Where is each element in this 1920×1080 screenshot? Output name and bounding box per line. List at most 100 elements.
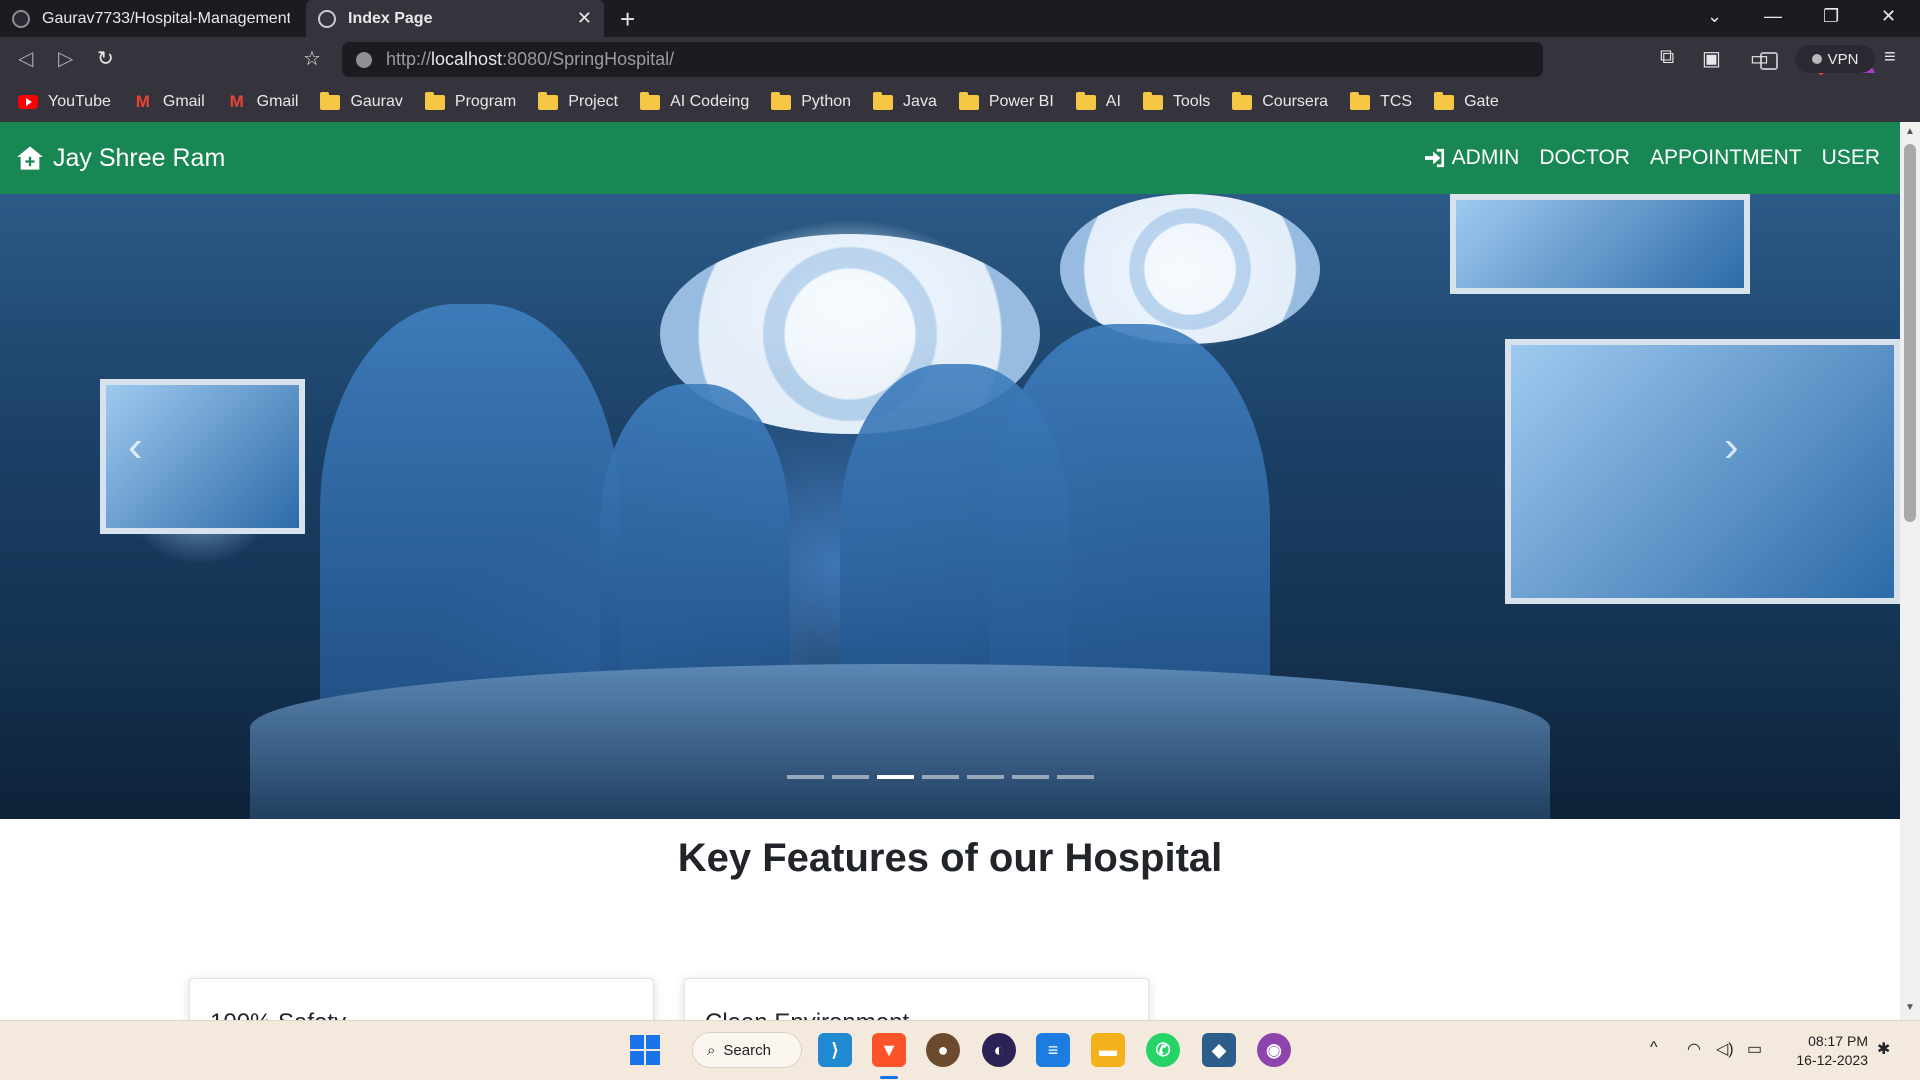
bookmark-youtube[interactable]: YouTube — [18, 93, 111, 111]
tab-github[interactable]: Gaurav7733/Hospital-Management-Sy — [0, 0, 302, 37]
bookmark-folder-gate[interactable]: Gate — [1434, 91, 1499, 111]
bookmark-label: Gmail — [256, 93, 299, 110]
reload-button[interactable]: ↻ — [97, 46, 114, 71]
show-hidden-icons-chevron[interactable]: ^ — [1650, 1039, 1658, 1057]
bookmark-folder-project[interactable]: Project — [538, 91, 618, 111]
tab-title: Index Page — [348, 9, 433, 27]
brand-link[interactable]: Jay Shree Ram — [16, 144, 225, 173]
browser-tab-bar: Gaurav7733/Hospital-Management-Sy Index … — [0, 0, 1920, 37]
tab-index-page[interactable]: Index Page ✕ — [306, 0, 604, 37]
browser-toolbar: ◁ ▷ ↻ ☆ http://localhost:8080/SpringHosp… — [0, 37, 1920, 82]
carousel-next-button[interactable]: › — [1724, 422, 1739, 472]
notepad-icon[interactable]: ≡ — [1036, 1033, 1070, 1067]
url-text: http://localhost:8080/SpringHospital/ — [386, 49, 675, 69]
folder-icon — [1075, 91, 1096, 110]
carousel-indicator[interactable] — [1057, 775, 1094, 779]
bookmark-folder-tools[interactable]: Tools — [1142, 91, 1210, 111]
whatsapp-icon[interactable]: ✆ — [1146, 1033, 1180, 1067]
taskbar-search[interactable]: ⌕ Search — [692, 1032, 802, 1068]
carousel-indicator[interactable] — [787, 775, 824, 779]
folder-icon — [640, 91, 661, 110]
notifications-icon[interactable]: ✱ — [1877, 1039, 1890, 1059]
bookmark-folder-tcs[interactable]: TCS — [1350, 91, 1413, 111]
hero-carousel: ‹ › — [0, 194, 1900, 819]
windows-start-icon[interactable] — [630, 1035, 660, 1065]
app-icon[interactable]: ● — [926, 1033, 960, 1067]
battery-icon[interactable]: ▭ — [1747, 1039, 1762, 1059]
sidebar-icon[interactable]: ▣ — [1702, 46, 1721, 71]
wallet-icon[interactable]: ▭ — [1750, 46, 1769, 71]
tab-search-dropdown-icon[interactable]: ⌄ — [1707, 6, 1722, 27]
bookmark-folder-program[interactable]: Program — [424, 91, 517, 111]
site-menu: ADMIN DOCTOR APPOINTMENT USER — [1424, 146, 1880, 170]
feature-card-title: Clean Environment — [705, 1009, 909, 1020]
bookmark-label: Gmail — [162, 93, 205, 110]
carousel-indicator[interactable] — [832, 775, 869, 779]
bookmark-label: YouTube — [48, 93, 111, 110]
sign-in-icon — [1424, 148, 1444, 168]
minimize-button[interactable]: — — [1764, 6, 1782, 27]
carousel-indicator[interactable] — [877, 775, 914, 779]
carousel-indicator[interactable] — [1012, 775, 1049, 779]
vpn-label: VPN — [1827, 50, 1859, 68]
scroll-up-arrow-icon[interactable]: ▲ — [1905, 126, 1915, 137]
github-desktop-icon[interactable]: ◉ — [1257, 1033, 1291, 1067]
nav-doctor-link[interactable]: DOCTOR — [1539, 146, 1630, 170]
mysql-workbench-icon[interactable]: ◆ — [1202, 1033, 1236, 1067]
bookmark-folder-ai[interactable]: AI — [1075, 91, 1121, 111]
close-tab-icon[interactable]: ✕ — [577, 8, 592, 29]
bookmark-folder-coursera[interactable]: Coursera — [1232, 91, 1329, 111]
carousel-indicators — [787, 775, 1094, 779]
scrollbar-thumb[interactable] — [1904, 144, 1916, 522]
address-bar[interactable]: http://localhost:8080/SpringHospital/ — [342, 42, 1875, 77]
house-plus-icon — [17, 146, 43, 170]
bookmark-folder-java[interactable]: Java — [873, 91, 937, 111]
vscode-icon[interactable]: ⟩ — [818, 1033, 852, 1067]
nav-appointment-link[interactable]: APPOINTMENT — [1650, 146, 1802, 170]
search-icon: ⌕ — [707, 1041, 716, 1059]
taskbar: ⌕ Search ⟩ ▼ ● ◐ ≡ ▬ ✆ ◆ ◉ ^ ◠ ◁) ▭ 08:1… — [0, 1020, 1920, 1080]
feature-card-title: 100% Safety — [210, 1009, 346, 1020]
extensions-icon[interactable]: ⧉ — [1660, 46, 1674, 69]
carousel-indicator[interactable] — [967, 775, 1004, 779]
site-info-icon[interactable] — [356, 51, 372, 68]
system-clock[interactable]: 08:17 PM 16-12-2023 — [1784, 1032, 1868, 1070]
back-button[interactable]: ◁ — [18, 46, 33, 71]
eclipse-icon[interactable]: ◐ — [982, 1033, 1016, 1067]
clock-date: 16-12-2023 — [1796, 1052, 1868, 1068]
bookmark-folder-power-bi[interactable]: Power BI — [958, 91, 1054, 111]
folder-icon — [873, 91, 894, 110]
bookmark-folder-python[interactable]: Python — [771, 91, 851, 111]
wifi-icon[interactable]: ◠ — [1687, 1039, 1701, 1059]
folder-icon — [1142, 91, 1163, 110]
carousel-prev-button[interactable]: ‹ — [128, 422, 143, 472]
bookmark-label: Gate — [1464, 93, 1499, 110]
menu-icon[interactable]: ≡ — [1884, 46, 1896, 69]
forward-button[interactable]: ▷ — [58, 46, 73, 71]
scroll-down-arrow-icon[interactable]: ▼ — [1905, 1002, 1915, 1013]
restore-button[interactable]: ❐ — [1823, 6, 1839, 27]
carousel-indicator[interactable] — [922, 775, 959, 779]
vpn-button[interactable]: VPN — [1795, 45, 1875, 73]
nav-admin-link[interactable]: ADMIN — [1424, 146, 1519, 170]
bookmark-folder-gaurav[interactable]: Gaurav — [320, 91, 403, 111]
bookmark-button[interactable]: ☆ — [303, 46, 321, 71]
close-window-button[interactable]: ✕ — [1881, 6, 1896, 27]
bookmark-label: TCS — [1380, 93, 1413, 110]
bookmark-label: Program — [454, 93, 517, 110]
github-icon — [12, 9, 30, 28]
nav-user-link[interactable]: USER — [1822, 146, 1880, 170]
volume-icon[interactable]: ◁) — [1716, 1039, 1734, 1059]
bookmark-gmail[interactable]: M Gmail — [133, 92, 205, 112]
brave-browser-icon[interactable]: ▼ — [872, 1033, 906, 1067]
site-navbar: Jay Shree Ram ADMIN DOCTOR APPOINTMENT U… — [0, 122, 1900, 194]
bookmark-folder-ai-codeing[interactable]: AI Codeing — [640, 91, 750, 111]
bookmark-label: AI Codeing — [670, 93, 750, 110]
bookmark-label: Gaurav — [350, 93, 403, 110]
bookmark-gmail-2[interactable]: M Gmail — [227, 92, 299, 112]
page-scrollbar[interactable]: ▲ ▼ — [1900, 122, 1920, 1020]
bookmark-label: Coursera — [1262, 93, 1329, 110]
new-tab-button[interactable]: + — [620, 4, 635, 35]
brand-name: Jay Shree Ram — [53, 143, 226, 172]
file-explorer-icon[interactable]: ▬ — [1091, 1033, 1125, 1067]
